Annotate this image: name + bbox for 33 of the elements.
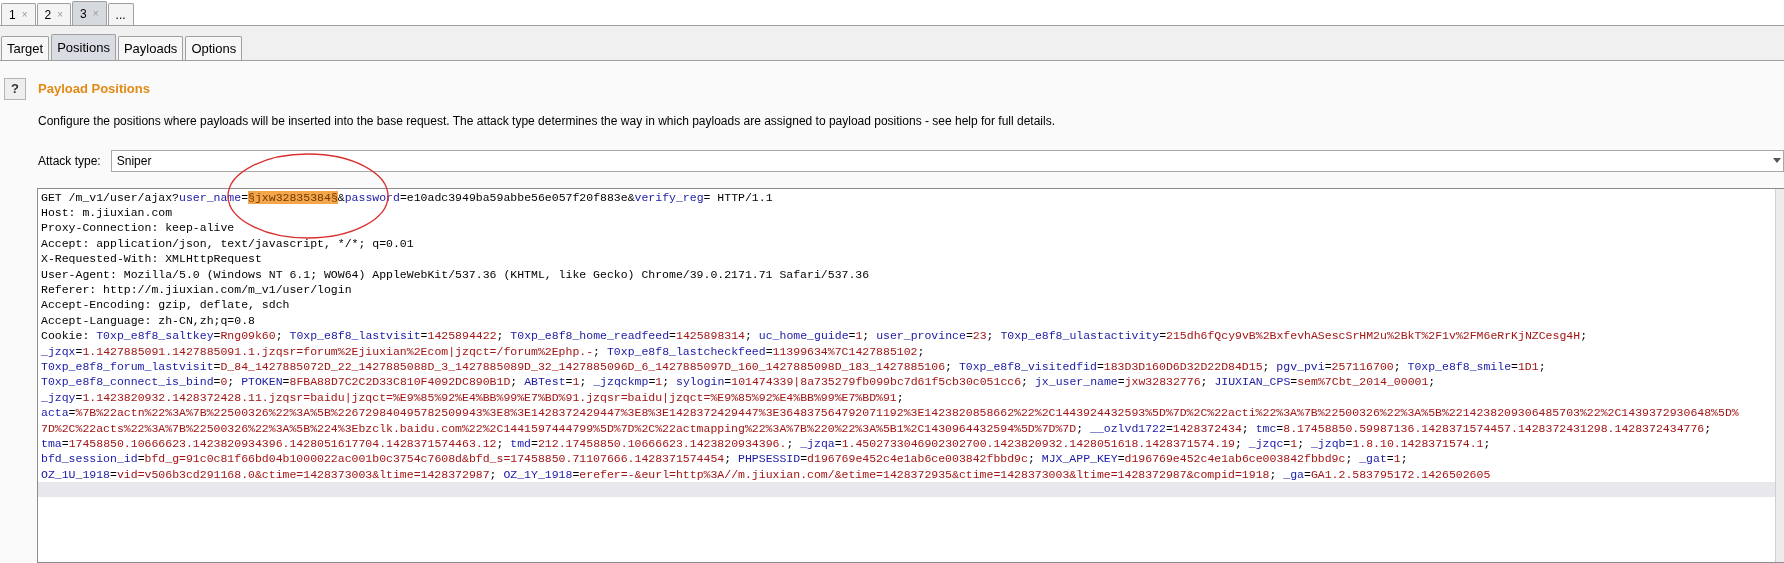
request-line: Accept: application/json, text/javascript, */*; q=0.01	[40, 235, 415, 252]
request-line: User-Agent: Mozilla/5.0 (Windows NT 6.1; WOW64) AppleWebKit/537.36 (KHTML, like Gecko) Chrome/39.0.2171.71 Safari/537.36	[40, 266, 871, 282]
request-line: tma=17458850.10666623.1423820934396.1428051617704.1428371574463.12; tmd=212.17458850.10666623.1423820934396.; _jzqa=1.4502733046902302700.1423820932.1428051618.1428371574.19; _jzqc=1; _jzqb=1.8.10.1428371574.1;	[40, 436, 1492, 452]
request-line: Accept-Language: zh-CN,zh;q=0.8	[40, 312, 256, 329]
tab[interactable]: Target	[1, 36, 50, 60]
request-tab[interactable]: 1 ×	[1, 3, 36, 25]
request-line: Referer: http://m.jiuxian.com/m_v1/user/login	[40, 281, 353, 298]
request-line: Host: m.jiuxian.com	[40, 204, 174, 221]
description-text: Configure the positions where payloads will be inserted into the base request. The attack type determines the way in which payloads are assigned to payload positions - see help for full details.	[38, 112, 1056, 130]
request-line: bfd_session_id=bfd_g=91c0c81f66bd04b1000022ac001b0c3754c7608d&bfd_s=17458850.71107666.1428371574454; PHPSESSID=d196769e452c4e1ab6ce003842fbbd9c; MJX_APP_KEY=d196769e452c4e1ab6ce003842fbbd9c; _gat=1;	[40, 451, 1409, 467]
request-line: X-Requested-With: XMLHttpRequest	[40, 251, 263, 267]
help-button[interactable]: ?	[4, 78, 26, 100]
attack-type-select[interactable]: Sniper	[110, 149, 1784, 172]
dropdown-arrow-icon	[1773, 158, 1781, 163]
request-line: 7D%2C%22acts%22%3A%7B%22500326%22%3A%5B%224%3Ebzclk.baidu.com%22%2C1441597444799%5D%7D%2C%22actmapping%22%3A%7B%220%22%3A%5B1%2C1430964432594%5D%7D%7D; __ozlvd1722=1428372434; tmc=8.17458850.59987136.1428371574457.1428372431298.1428372434776;	[40, 420, 1713, 436]
request-line: Proxy-Connection: keep-alive	[40, 220, 236, 236]
request-line: Cookie: T0xp_e8f8_saltkey=Rng09k60; T0xp_e8f8_lastvisit=1425894422; T0xp_e8f8_home_readfeed=1425898314; uc_home_guide=1; user_province=23; T0xp_e8f8_ulastactivity=215dh6fQcy9vB%2BxfevhASescSrHM2u%2BkT%2F1v%2FM6eRrKjNZCesg4H;	[40, 328, 1589, 344]
tab[interactable]: Payloads	[117, 36, 184, 60]
request-tab[interactable]: ...	[107, 3, 134, 25]
request-line: T0xp_e8f8_connect_is_bind=0; PTOKEN=8FBA88D7C2C2D33C810F4092DC890B1D; ABTest=1; _jzqckmp=1; sylogin=101474339|8a735279fb099bc7d61f5cb30c051cc6; jx_user_name=jxw32832776; JIUXIAN_CPS=sem%7Cbt_2014_00001;	[40, 374, 1437, 390]
section-title: Payload Positions	[38, 80, 151, 98]
request-line: OZ_1U_1918=vid=v506b3cd291168.0&ctime=1428373003&ltime=1428372987; OZ_1Y_1918=erefer=-&eurl=http%3A//m.jiuxian.com/&etime=1428372935&ctime=1428373003&ltime=1428372987&compid=1918; _ga=GA1.2.583795172.1426502605	[40, 466, 1492, 483]
request-tab[interactable]: 2 ×	[36, 3, 72, 25]
tab[interactable]: Options	[185, 36, 243, 60]
attack-type-label: Attack type:	[38, 152, 101, 170]
request-tab[interactable]: 3 ×	[72, 1, 107, 25]
request-line: _jzqy=1.1423820932.1428372428.11.jzqsr=baidu|jzqct=%E9%85%92%E4%BB%99%E7%BD%91.jzqsr=baidu|jzqct=%E9%85%92%E4%BB%99%E7%BD%91;	[40, 389, 905, 406]
request-line: _jzqx=1.1427885091.1427885091.1.jzqsr=forum%2Ejiuxian%2Ecom|jzqct=/forum%2Ephp.-; T0xp_e8f8_lastcheckfeed=11399634%7C1427885102;	[40, 343, 926, 359]
tab[interactable]: Positions	[51, 34, 116, 60]
scrollbar[interactable]	[1775, 188, 1784, 562]
request-line: Accept-Encoding: gzip, deflate, sdch	[40, 297, 291, 313]
request-line: T0xp_e8f8_forum_lastvisit=D_84_1427885072D_22_1427885088D_3_1427885089D_32_1427885096D_6_1427885097D_160_1427885098D_183_1427885106; T0xp_e8f8_visitedfid=183D3D160D6D32D22D84D15; pgv_pvi=257116700; T0xp_e8f8_smile=1D1;	[40, 358, 1547, 375]
request-line: acta=%7B%22actn%22%3A%7B%22500326%22%3A%5B%226729840495782509943%3E8%3E1428372429447%3E8%3E1428372429447%3E364837564792071192%3E1423820858662%22%2C1443924432593%5D%7D%2C%22acti%22%3A%7B%22500326%22%3A%5B%2214238209306485703%22%2C1439372930648%5D%	[40, 405, 1740, 421]
